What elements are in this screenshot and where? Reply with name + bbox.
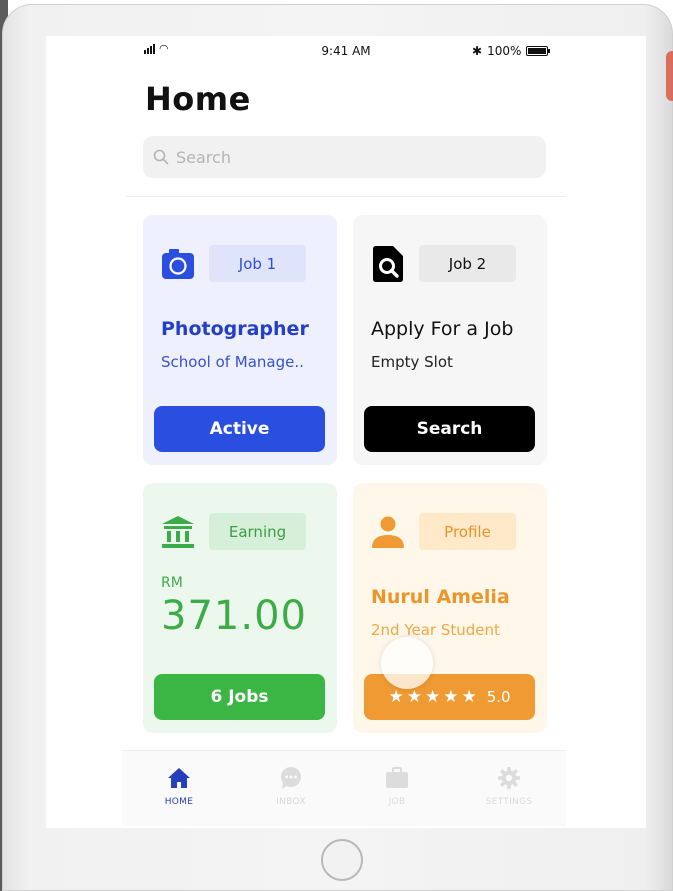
apply-title: Apply For a Job	[371, 318, 514, 340]
battery-icon	[526, 46, 551, 56]
touch-indicator	[381, 637, 433, 689]
status-right: ✱ 100%	[472, 44, 551, 58]
star-icon: ★	[461, 687, 477, 707]
profile-name: Nurul Amelia	[371, 586, 510, 608]
job-subtitle: School of Manage..	[161, 353, 304, 371]
gear-icon	[498, 767, 520, 789]
device-home-button[interactable]	[321, 839, 363, 881]
tab-label: JOB	[388, 797, 406, 807]
tab-job[interactable]: JOB	[362, 767, 432, 807]
status-bar: ◠ 9:41 AM ✱ 100%	[46, 43, 646, 62]
job-card-2[interactable]: Job 2 Apply For a Job Empty Slot Search	[353, 215, 547, 465]
tab-settings[interactable]: SETTINGS	[474, 767, 544, 807]
profile-subtitle: 2nd Year Student	[371, 621, 500, 639]
bottom-tab-bar: HOME INBOX JOB SETTINGS	[122, 750, 566, 826]
profile-card[interactable]: Profile Nurul Amelia 2nd Year Student ★ ★…	[353, 483, 547, 733]
chat-icon	[281, 767, 301, 789]
bank-icon	[162, 516, 194, 548]
job-card-1[interactable]: Job 1 Photographer School of Manage.. Ac…	[143, 215, 337, 465]
header-divider	[126, 196, 566, 197]
bluetooth-icon: ✱	[472, 44, 483, 58]
tab-label: HOME	[164, 797, 194, 807]
search-input[interactable]: Search	[143, 136, 546, 178]
app-screen: ◠ 9:41 AM ✱ 100% Home Search Job 1 Photo…	[46, 36, 646, 828]
job-title: Photographer	[161, 318, 309, 340]
profile-chip: Profile	[419, 513, 516, 550]
device-side-button	[666, 51, 673, 101]
earning-amount: 371.00	[161, 593, 307, 639]
tab-label: INBOX	[276, 797, 306, 807]
search-icon	[153, 149, 169, 165]
tab-home[interactable]: HOME	[144, 767, 214, 807]
job-chip: Job 1	[209, 245, 306, 282]
job-chip: Job 2	[419, 245, 516, 282]
star-rating: ★ ★ ★ ★ ★	[388, 687, 476, 707]
earning-chip: Earning	[209, 513, 306, 550]
page-title: Home	[145, 80, 251, 118]
home-icon	[168, 768, 190, 788]
search-placeholder: Search	[176, 147, 231, 167]
tab-label: SETTINGS	[485, 797, 533, 807]
jobs-count-button[interactable]: 6 Jobs	[154, 674, 325, 720]
battery-percent: 100%	[487, 44, 522, 58]
star-icon: ★	[443, 687, 459, 707]
tab-inbox[interactable]: INBOX	[256, 767, 326, 807]
active-button[interactable]: Active	[154, 406, 325, 452]
star-icon: ★	[406, 687, 422, 707]
status-time: 9:41 AM	[321, 44, 371, 58]
currency-label: RM	[161, 575, 183, 591]
document-search-icon	[373, 246, 403, 282]
star-icon: ★	[424, 687, 441, 707]
camera-icon	[162, 249, 194, 279]
rating-value: 5.0	[486, 688, 511, 706]
star-icon: ★	[388, 687, 404, 707]
user-icon	[372, 516, 404, 548]
earning-card[interactable]: Earning RM 371.00 6 Jobs	[143, 483, 337, 733]
search-button[interactable]: Search	[364, 406, 535, 452]
slot-status: Empty Slot	[371, 353, 453, 371]
briefcase-icon	[386, 767, 408, 788]
